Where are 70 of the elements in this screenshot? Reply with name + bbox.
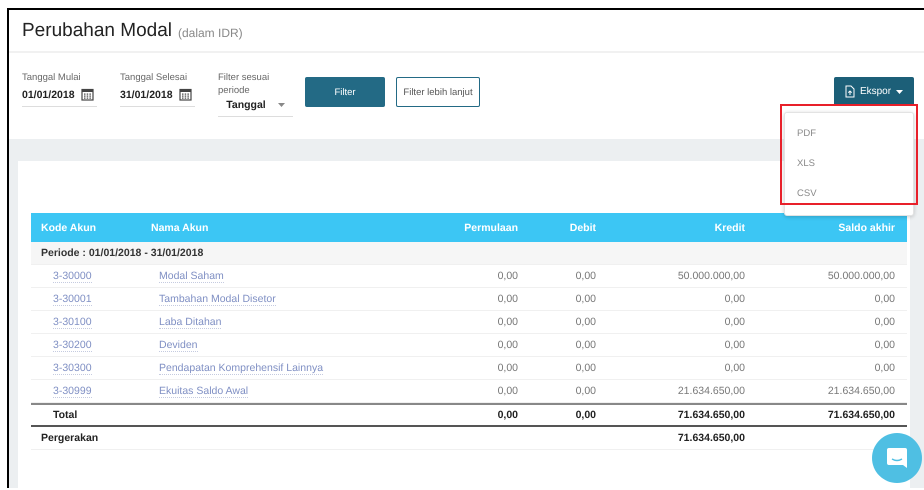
file-upload-icon — [844, 85, 855, 98]
account-name-link[interactable]: Laba Ditahan — [159, 316, 222, 328]
table-cell-text: Pergerakan — [40, 432, 100, 444]
account-code-link[interactable]: 3-30000 — [53, 270, 92, 282]
field-label: Tanggal Selesai — [120, 71, 188, 84]
account-name-link[interactable]: Tambahan Modal Disetor — [159, 292, 276, 306]
column-header: Kredit — [714, 222, 746, 234]
table-cell-text: 50.000.000,00 — [826, 270, 896, 282]
page-title: Perubahan Modal — [22, 20, 172, 42]
account-name-link[interactable]: Ekuitas Saldo Awal — [159, 384, 248, 398]
table-cell-text: 0,00 — [496, 362, 519, 374]
table-cell-text: 71.634.650,00 — [676, 409, 746, 421]
table-cell-text: 0,00 — [874, 339, 896, 351]
account-code-link[interactable]: 3-30200 — [53, 338, 92, 352]
table-cell-text: 0,00 — [874, 362, 896, 374]
table-cell-text: 0,00 — [724, 339, 746, 351]
table-cell-text: 0,00 — [496, 339, 519, 351]
table-cell-text: 0,00 — [724, 362, 746, 374]
account-name-link[interactable]: Pendapatan Komprehensif Lainnya — [159, 362, 324, 374]
table-cell-text: 0,00 — [574, 385, 597, 397]
table-cell-text: 71.634.650,00 — [826, 409, 896, 421]
column-header: Nama Akun — [150, 222, 210, 234]
column-header: Saldo akhir — [837, 222, 896, 234]
field-label: Tanggal Mulai — [22, 71, 82, 84]
table-cell-text: 0,00 — [574, 362, 597, 374]
table-cell-text: 21.634.650,00 — [676, 385, 746, 397]
table-cell-text: 0,00 — [574, 316, 597, 328]
table-cell-text: 0,00 — [574, 409, 597, 421]
field-label: Filter sesuai periode — [218, 71, 270, 97]
table-cell-text: 0,00 — [874, 293, 896, 305]
account-name-link[interactable]: Deviden — [159, 338, 198, 352]
chat-icon — [886, 447, 908, 469]
calendar-icon[interactable] — [80, 88, 94, 101]
table-cell-text: 0,00 — [496, 270, 519, 282]
period-label: Periode : 01/01/2018 - 31/01/2018 — [40, 247, 204, 259]
menu-item[interactable]: XLS — [785, 149, 913, 179]
date-field[interactable]: 31/01/2018 — [120, 84, 195, 107]
date-field[interactable]: 01/01/2018 — [22, 84, 97, 107]
table-cell-text: 0,00 — [496, 293, 519, 305]
table-cell-text: 0,00 — [874, 316, 896, 328]
export-button[interactable]: Ekspor — [834, 77, 914, 106]
menu-item[interactable]: CSV — [785, 179, 913, 209]
table-cell-text: 0,00 — [496, 409, 519, 421]
column-header: Debit — [568, 222, 597, 234]
menu-item[interactable]: PDF — [785, 119, 913, 149]
table-cell-text: 0,00 — [574, 270, 597, 282]
table-cell-text: 0,00 — [496, 385, 519, 397]
account-name-link[interactable]: Modal Saham — [159, 270, 224, 282]
account-code-link[interactable]: 3-30001 — [53, 292, 92, 306]
column-header: Kode Akun — [40, 222, 98, 234]
caret-icon — [896, 90, 904, 94]
table-cell-text: 0,00 — [724, 293, 746, 305]
account-code-link[interactable]: 3-30999 — [53, 384, 92, 398]
table-cell-text: 71.634.650,00 — [676, 432, 746, 444]
table-cell-text: 0,00 — [574, 293, 597, 305]
caret-icon — [278, 103, 285, 107]
period-select[interactable]: Tanggal — [218, 97, 293, 117]
table-cell-text: 0,00 — [724, 316, 746, 328]
account-code-link[interactable]: 3-30300 — [53, 362, 92, 374]
table-cell-text: 50.000.000,00 — [676, 270, 746, 282]
table-cell-text: Total — [52, 409, 78, 421]
calendar-icon[interactable] — [178, 88, 192, 101]
filter-button[interactable]: Filter — [305, 77, 385, 107]
table-cell-text: 0,00 — [496, 316, 519, 328]
advanced-filter-button[interactable]: Filter lebih lanjut — [396, 77, 480, 107]
account-code-link[interactable]: 3-30100 — [53, 316, 92, 328]
table-cell-text: 0,00 — [574, 339, 597, 351]
table-cell-text: 21.634.650,00 — [826, 385, 896, 397]
column-header: Permulaan — [463, 222, 519, 234]
currency-note: (dalam IDR) — [178, 26, 243, 40]
